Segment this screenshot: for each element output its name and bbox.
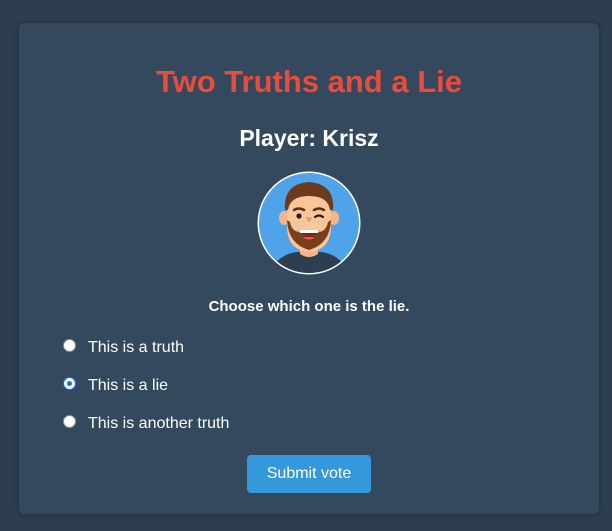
option-label: This is a truth <box>88 339 185 356</box>
option-lie[interactable]: This is a lie <box>63 374 168 398</box>
game-card: Two Truths and a Lie Player: Krisz Choos… <box>19 23 599 514</box>
option-truth-1[interactable]: This is a truth <box>63 336 184 360</box>
option-truth-2[interactable]: This is another truth <box>63 412 229 436</box>
option-label: This is a lie <box>88 377 169 394</box>
game-title: Two Truths and a Lie <box>155 64 462 99</box>
submit-vote-button[interactable]: Submit vote <box>247 455 371 493</box>
vote-prompt: Choose which one is the lie. <box>208 298 410 315</box>
radio-option-2[interactable] <box>63 377 76 390</box>
option-label: This is another truth <box>88 415 230 432</box>
player-name: Player: Krisz <box>239 125 379 151</box>
radio-option-3[interactable] <box>63 415 76 428</box>
radio-option-1[interactable] <box>63 339 76 352</box>
player-avatar-icon <box>256 170 362 276</box>
